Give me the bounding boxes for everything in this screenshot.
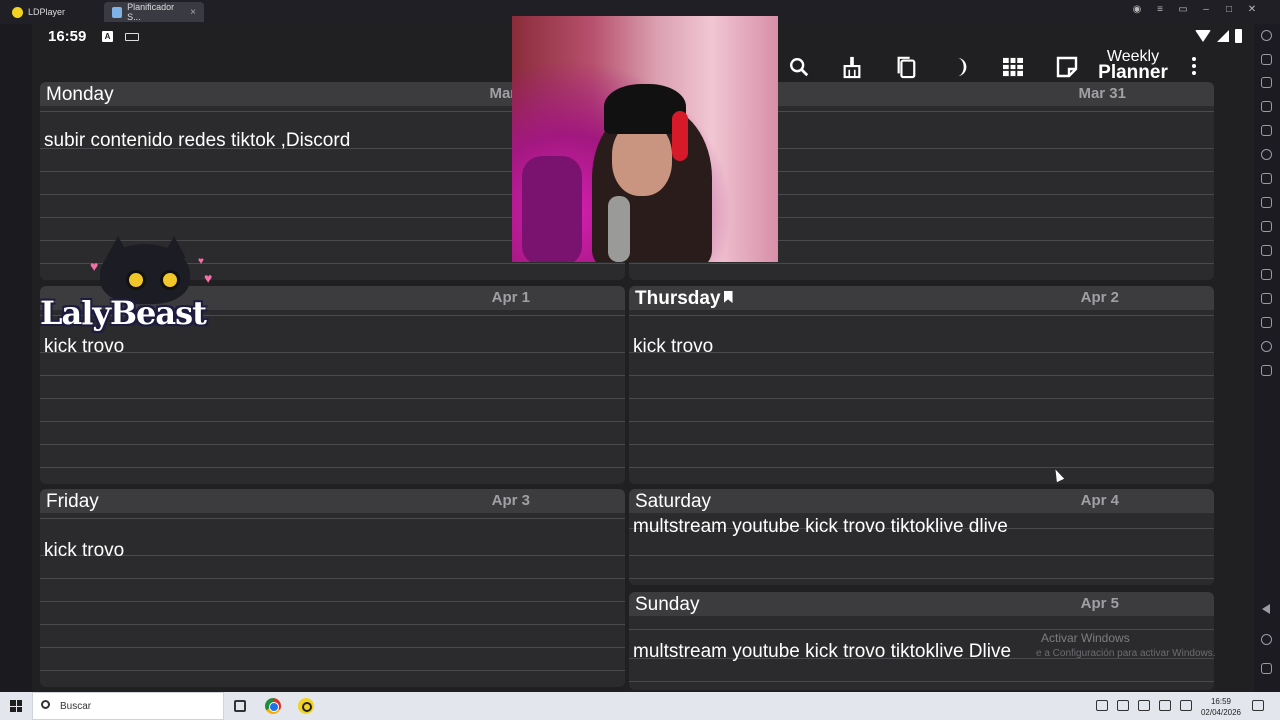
location-icon[interactable] xyxy=(1261,341,1272,352)
clock-time: 16:59 xyxy=(1210,697,1232,706)
microphone-icon[interactable] xyxy=(1117,700,1129,711)
ldplayer-logo-icon xyxy=(12,6,23,18)
tab-ldplayer[interactable]: LDPlayer xyxy=(4,2,73,22)
task-view-icon[interactable] xyxy=(234,700,246,712)
search-icon xyxy=(41,700,50,709)
tab-ldplayer-label: LDPlayer xyxy=(28,7,66,17)
day-date: Apr 2 xyxy=(1080,289,1119,306)
ldplayer-taskbar-icon[interactable] xyxy=(298,698,314,714)
minimize-icon[interactable]: – xyxy=(1200,4,1212,15)
chevron-up-icon[interactable] xyxy=(1096,700,1108,711)
day-name: Saturday xyxy=(635,491,712,512)
desktop: LDPlayer Planificador S... × ◉ ≡ ▭ – □ ✕… xyxy=(0,0,1280,720)
scissors-icon[interactable] xyxy=(1261,221,1272,232)
speaker-icon[interactable] xyxy=(1180,700,1192,711)
menu-icon[interactable]: ≡ xyxy=(1154,4,1166,15)
heart-icon: ♥ xyxy=(204,270,213,286)
signal-icon xyxy=(1217,30,1229,42)
recents-icon[interactable] xyxy=(1261,663,1272,674)
tab-planner-label: Planificador S... xyxy=(127,2,175,22)
day-entry[interactable]: subir contenido redes tiktok ,Discord xyxy=(44,130,350,152)
maximize-icon[interactable]: □ xyxy=(1223,4,1235,15)
activation-watermark: Activar Windows xyxy=(1041,631,1130,645)
day-entry[interactable]: multstream youtube kick trovo tiktoklive… xyxy=(633,516,1008,538)
day-date: Apr 1 xyxy=(491,289,530,306)
notifications-icon[interactable] xyxy=(1252,700,1264,711)
screenshot-icon[interactable] xyxy=(1261,173,1272,184)
emulator-sidebar xyxy=(1254,24,1280,692)
window-controls: ◉ ≡ ▭ – □ ✕ xyxy=(1131,4,1258,15)
day-entry[interactable]: kick trovo xyxy=(633,336,713,358)
taskbar-clock[interactable]: 16:59 02/04/2026 xyxy=(1198,696,1244,718)
day-date: Apr 4 xyxy=(1080,492,1119,509)
day-date: Mar 31 xyxy=(1078,85,1126,102)
restore-icon[interactable]: ▭ xyxy=(1177,4,1189,15)
home-icon[interactable] xyxy=(1261,634,1272,645)
day-entry[interactable]: kick trovo xyxy=(44,540,124,562)
day-date: Apr 5 xyxy=(1080,595,1119,612)
heart-icon: ♥ xyxy=(198,256,204,267)
multi-instance-icon[interactable] xyxy=(1261,365,1272,376)
logo-text: LalyBeast xyxy=(40,294,207,332)
grid-icon[interactable] xyxy=(999,52,1027,82)
battery-icon xyxy=(1235,29,1242,43)
battery-tray-icon[interactable] xyxy=(1138,700,1150,711)
record-icon[interactable] xyxy=(1261,197,1272,208)
wifi-icon xyxy=(1195,30,1211,42)
app-title: Weekly Planner xyxy=(1098,48,1168,83)
keyboard-mapping-icon[interactable] xyxy=(1261,54,1272,65)
taskbar-search-placeholder: Buscar xyxy=(60,701,92,712)
volume-up-icon[interactable] xyxy=(1261,77,1272,88)
close-tab-icon[interactable]: × xyxy=(190,7,196,18)
sync-icon[interactable] xyxy=(1261,269,1272,280)
heart-icon: ♥ xyxy=(90,258,99,274)
day-entry[interactable]: multstream youtube kick trovo tiktoklive… xyxy=(633,641,1011,663)
notification-letter-icon: A xyxy=(102,31,113,42)
streamer-logo: ♥ ♥ ♥ LalyBeast xyxy=(40,236,236,336)
day-entry[interactable]: kick trovo xyxy=(44,336,124,358)
fullscreen-icon[interactable] xyxy=(1261,125,1272,136)
day-panel-saturday[interactable]: Saturday Apr 4 multstream youtube kick t… xyxy=(629,489,1214,585)
day-name: Thursday xyxy=(635,288,733,310)
copy-icon[interactable] xyxy=(892,52,920,82)
network-icon[interactable] xyxy=(1159,700,1171,711)
volume-down-icon[interactable] xyxy=(1261,101,1272,112)
account-icon[interactable]: ◉ xyxy=(1131,4,1143,15)
chrome-icon[interactable] xyxy=(265,698,281,714)
status-time: 16:59 xyxy=(48,28,87,45)
dark-mode-icon[interactable] xyxy=(946,52,974,82)
day-name: Sunday xyxy=(635,594,700,615)
broom-icon[interactable] xyxy=(838,52,866,82)
windows-taskbar: Buscar 16:59 02/04/2026 xyxy=(0,692,1280,720)
back-icon[interactable] xyxy=(1262,604,1270,614)
more-vert-icon[interactable] xyxy=(1192,57,1196,78)
windows-start-icon[interactable] xyxy=(10,700,22,712)
settings-icon[interactable] xyxy=(1261,30,1272,41)
keyboard-icon xyxy=(125,33,139,41)
folder-icon[interactable] xyxy=(1261,317,1272,328)
system-tray xyxy=(1096,700,1192,711)
install-apk-icon[interactable] xyxy=(1261,149,1272,160)
bookmark-icon xyxy=(723,291,733,303)
activation-watermark-detail: e a Configuración para activar Windows. xyxy=(1036,648,1216,659)
day-name: Friday xyxy=(46,491,99,512)
tab-planner[interactable]: Planificador S... × xyxy=(104,2,204,22)
day-date: Apr 3 xyxy=(491,492,530,509)
webcam-overlay xyxy=(512,16,778,262)
planner-app-icon xyxy=(112,6,123,18)
phone-icon[interactable] xyxy=(1261,293,1272,304)
search-icon[interactable] xyxy=(785,52,813,82)
video-icon[interactable] xyxy=(1261,245,1272,256)
day-panel-friday[interactable]: Friday Apr 3 kick trovo xyxy=(40,489,625,687)
day-name: Monday xyxy=(46,84,114,105)
taskbar-search[interactable]: Buscar xyxy=(32,692,224,720)
note-icon[interactable] xyxy=(1053,52,1081,82)
day-panel-thursday[interactable]: Thursday Apr 2 kick trovo xyxy=(629,286,1214,484)
close-window-icon[interactable]: ✕ xyxy=(1246,4,1258,15)
clock-date: 02/04/2026 xyxy=(1200,708,1242,717)
